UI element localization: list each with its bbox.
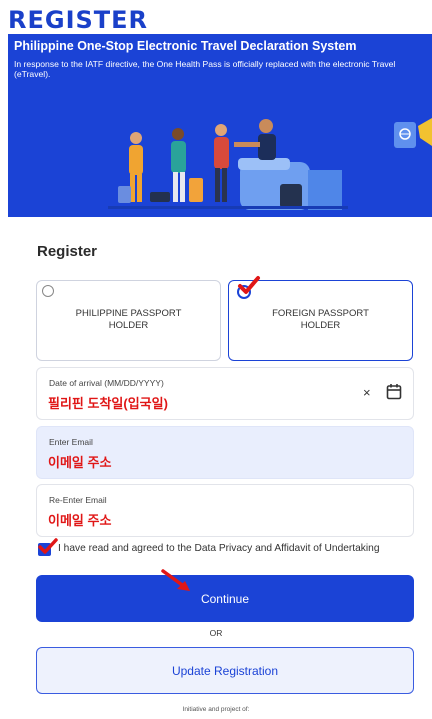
email-field[interactable]: Enter Email 이메일 주소 [36,426,414,479]
update-registration-button[interactable]: Update Registration [36,647,414,694]
page-heading: REGISTER [8,6,149,32]
section-title: Register [37,243,98,260]
page-header: REGISTER Philippine One-Stop Electronic … [0,0,432,217]
option-label: FOREIGN PASSPORT HOLDER [272,308,369,331]
arrival-date-label: Date of arrival (MM/DD/YYYY) [49,378,164,388]
initiative-text: Initiative and project of: [182,706,250,713]
reenter-email-label: Re-Enter Email [49,495,107,505]
arrow-annotation-icon [161,569,190,591]
clear-icon[interactable]: × [363,385,371,400]
reenter-email-field[interactable]: Re-Enter Email 이메일 주소 [36,484,414,537]
email-value: 이메일 주소 [48,455,112,470]
banner-title: Philippine One-Stop Electronic Travel De… [14,39,357,53]
travelers-illustration [108,118,432,210]
checkmark-annotation-icon [38,538,58,554]
calendar-icon[interactable] [386,383,402,400]
or-divider: OR [209,628,223,638]
consent-row[interactable]: I have read and agreed to the Data Priva… [36,538,426,558]
hero-banner: Philippine One-Stop Electronic Travel De… [8,34,432,217]
philippine-passport-option[interactable]: PHILIPPINE PASSPORT HOLDER [36,280,221,361]
reenter-email-value: 이메일 주소 [48,513,112,528]
email-label: Enter Email [49,437,93,447]
foreign-passport-option[interactable]: FOREIGN PASSPORT HOLDER [228,276,413,361]
radio-unchecked-icon[interactable] [42,285,54,297]
continue-button[interactable]: Continue [36,575,414,622]
arrival-date-field[interactable]: Date of arrival (MM/DD/YYYY) 필리핀 도착일(입국일… [36,367,414,420]
arrival-date-value: 필리핀 도착일(입국일) [48,396,168,411]
option-label: PHILIPPINE PASSPORT HOLDER [75,308,182,331]
checkmark-annotation-icon [238,276,260,294]
consent-label: I have read and agreed to the Data Priva… [58,543,380,554]
